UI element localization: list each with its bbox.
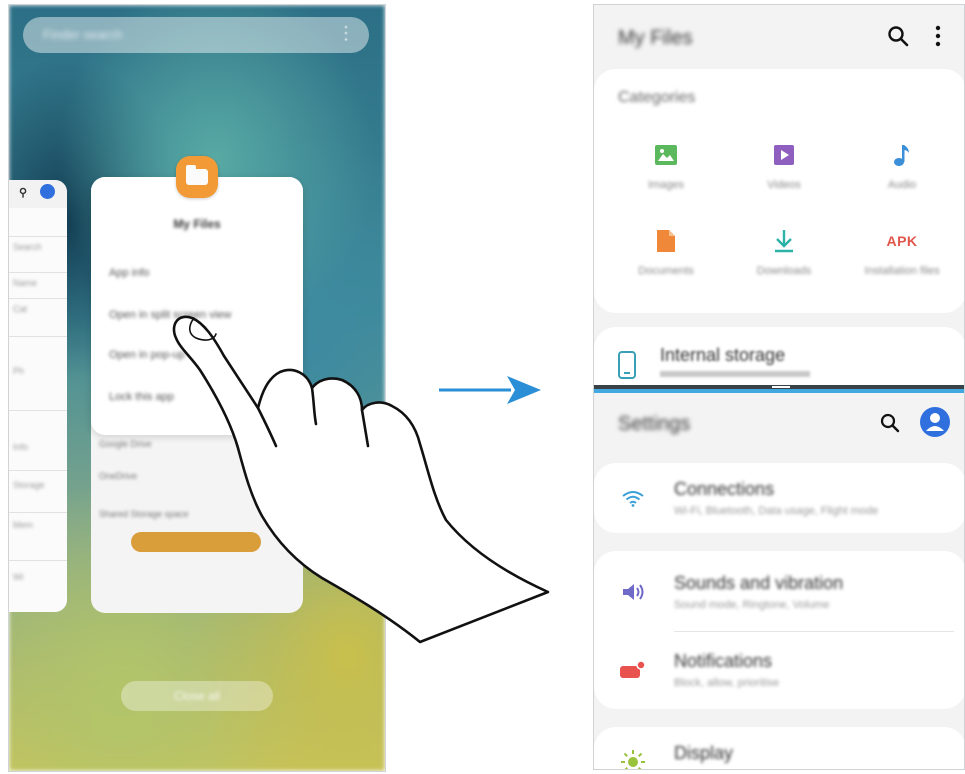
category-label: Documents (638, 265, 694, 277)
close-all-button[interactable]: Close all (121, 681, 273, 711)
volume-icon (620, 579, 646, 605)
divider (9, 298, 67, 299)
menu-item-app-info[interactable]: App info (109, 267, 149, 279)
card-row-text: Ph (13, 366, 25, 376)
divider (9, 272, 67, 273)
card-toolbar (9, 180, 67, 208)
divider (9, 236, 67, 237)
close-all-label: Close all (173, 689, 221, 703)
row-separator (674, 631, 954, 632)
card-row-shared-storage: Shared Storage space (99, 509, 189, 519)
finder-search-bar[interactable]: Finder search ⋮ (23, 17, 369, 53)
menu-item-open-split-screen[interactable]: Open in split screen view (109, 309, 231, 321)
phone-storage-icon (618, 351, 636, 379)
divider (9, 470, 67, 471)
connections-card: Connections Wi-Fi, Bluetooth, Data usage… (594, 463, 964, 533)
my-files-title: My Files (618, 27, 693, 49)
category-documents[interactable]: Documents (604, 227, 728, 277)
divider (9, 336, 67, 337)
my-files-app-bar: My Files (594, 5, 964, 69)
card-row-onedrive: OneDrive (99, 471, 138, 481)
recents-screen: Finder search ⋮ ⚲ Search Name Cat Ph Inf… (8, 4, 386, 772)
divider-handle[interactable] (772, 386, 790, 388)
card-row-google-drive: Google Drive (99, 439, 152, 449)
avatar (40, 184, 55, 199)
split-screen-view: My Files Categories Images Videos Audio … (593, 4, 965, 770)
menu-item-lock-app[interactable]: Lock this app (109, 391, 174, 403)
finder-search-placeholder: Finder search (43, 27, 123, 42)
divider (9, 560, 67, 561)
settings-item-title: Sounds and vibration (674, 573, 844, 593)
download-icon (722, 227, 846, 255)
document-icon (604, 227, 728, 255)
settings-title: Settings (618, 413, 691, 435)
card-row-text: Storage (13, 480, 45, 490)
sounds-notifications-card: Sounds and vibration Sound mode, Rington… (594, 551, 964, 709)
more-options-icon[interactable] (934, 25, 942, 47)
wifi-icon (620, 485, 646, 511)
notification-icon (620, 657, 646, 683)
more-options-icon[interactable]: ⋮ (337, 23, 355, 44)
settings-item-subtitle: Wi-Fi, Bluetooth, Data usage, Flight mod… (674, 505, 879, 517)
category-label: Installation files (864, 265, 940, 277)
settings-item-notifications[interactable]: Notifications Block, allow, prioritise (594, 635, 964, 705)
settings-item-connections[interactable]: Connections Wi-Fi, Bluetooth, Data usage… (594, 463, 964, 533)
card-row-text: Info (13, 442, 29, 452)
card-row-text: Name (13, 278, 38, 288)
apk-icon: APK (840, 227, 964, 255)
profile-avatar-icon[interactable] (920, 407, 950, 437)
settings-item-title: Notifications (674, 651, 773, 671)
image-icon (604, 141, 728, 169)
folder-icon (186, 165, 208, 185)
display-card: Display (594, 727, 964, 769)
apk-glyph: APK (886, 233, 918, 249)
search-icon[interactable] (880, 413, 900, 433)
settings-app-window: Settings Connections Wi-Fi, Bluetooth, D… (594, 393, 964, 769)
card-row-text: Search (13, 242, 42, 252)
category-images[interactable]: Images (604, 141, 728, 191)
settings-item-title: Display (674, 743, 734, 763)
popup-app-name: My Files (173, 217, 221, 231)
settings-app-bar: Settings (594, 393, 964, 457)
settings-item-subtitle: Sound mode, Ringtone, Volume (674, 599, 830, 611)
divider (9, 410, 67, 411)
card-row-text: Mem (13, 520, 33, 530)
category-installation-files[interactable]: APK Installation files (840, 227, 964, 277)
category-label: Downloads (756, 265, 812, 277)
menu-item-open-pop-up[interactable]: Open in pop-up view (109, 349, 210, 361)
display-icon (620, 749, 646, 769)
audio-icon (840, 141, 964, 169)
category-audio[interactable]: Audio (840, 141, 964, 191)
categories-title: Categories (618, 89, 696, 106)
settings-item-display[interactable]: Display (594, 727, 964, 769)
recent-app-card-settings[interactable]: ⚲ Search Name Cat Ph Info Storage Mem Wi (9, 180, 67, 612)
card-row-text: Wi (13, 572, 24, 582)
divider (9, 512, 67, 513)
search-icon: ⚲ (19, 187, 28, 199)
settings-item-title: Connections (674, 479, 775, 499)
video-icon (722, 141, 846, 169)
divider-bar[interactable] (594, 385, 964, 389)
storage-title: Internal storage (660, 345, 786, 365)
settings-item-sounds[interactable]: Sounds and vibration Sound mode, Rington… (594, 557, 964, 627)
my-files-app-icon[interactable] (176, 156, 218, 198)
search-icon[interactable] (887, 25, 909, 47)
card-action-button[interactable] (131, 532, 261, 552)
category-videos[interactable]: Videos (722, 141, 846, 191)
category-label: Videos (767, 179, 801, 191)
illustration: Finder search ⋮ ⚲ Search Name Cat Ph Inf… (0, 0, 965, 774)
transition-arrow-icon (439, 376, 541, 404)
category-downloads[interactable]: Downloads (722, 227, 846, 277)
category-label: Images (647, 179, 685, 191)
categories-card: Categories Images Videos Audio Documents… (594, 69, 964, 313)
storage-usage (660, 371, 810, 377)
category-label: Audio (887, 179, 917, 191)
settings-item-subtitle: Block, allow, prioritise (674, 677, 780, 689)
card-row-text: Cat (13, 304, 28, 314)
app-options-popup: My Files App info Open in split screen v… (91, 177, 303, 435)
